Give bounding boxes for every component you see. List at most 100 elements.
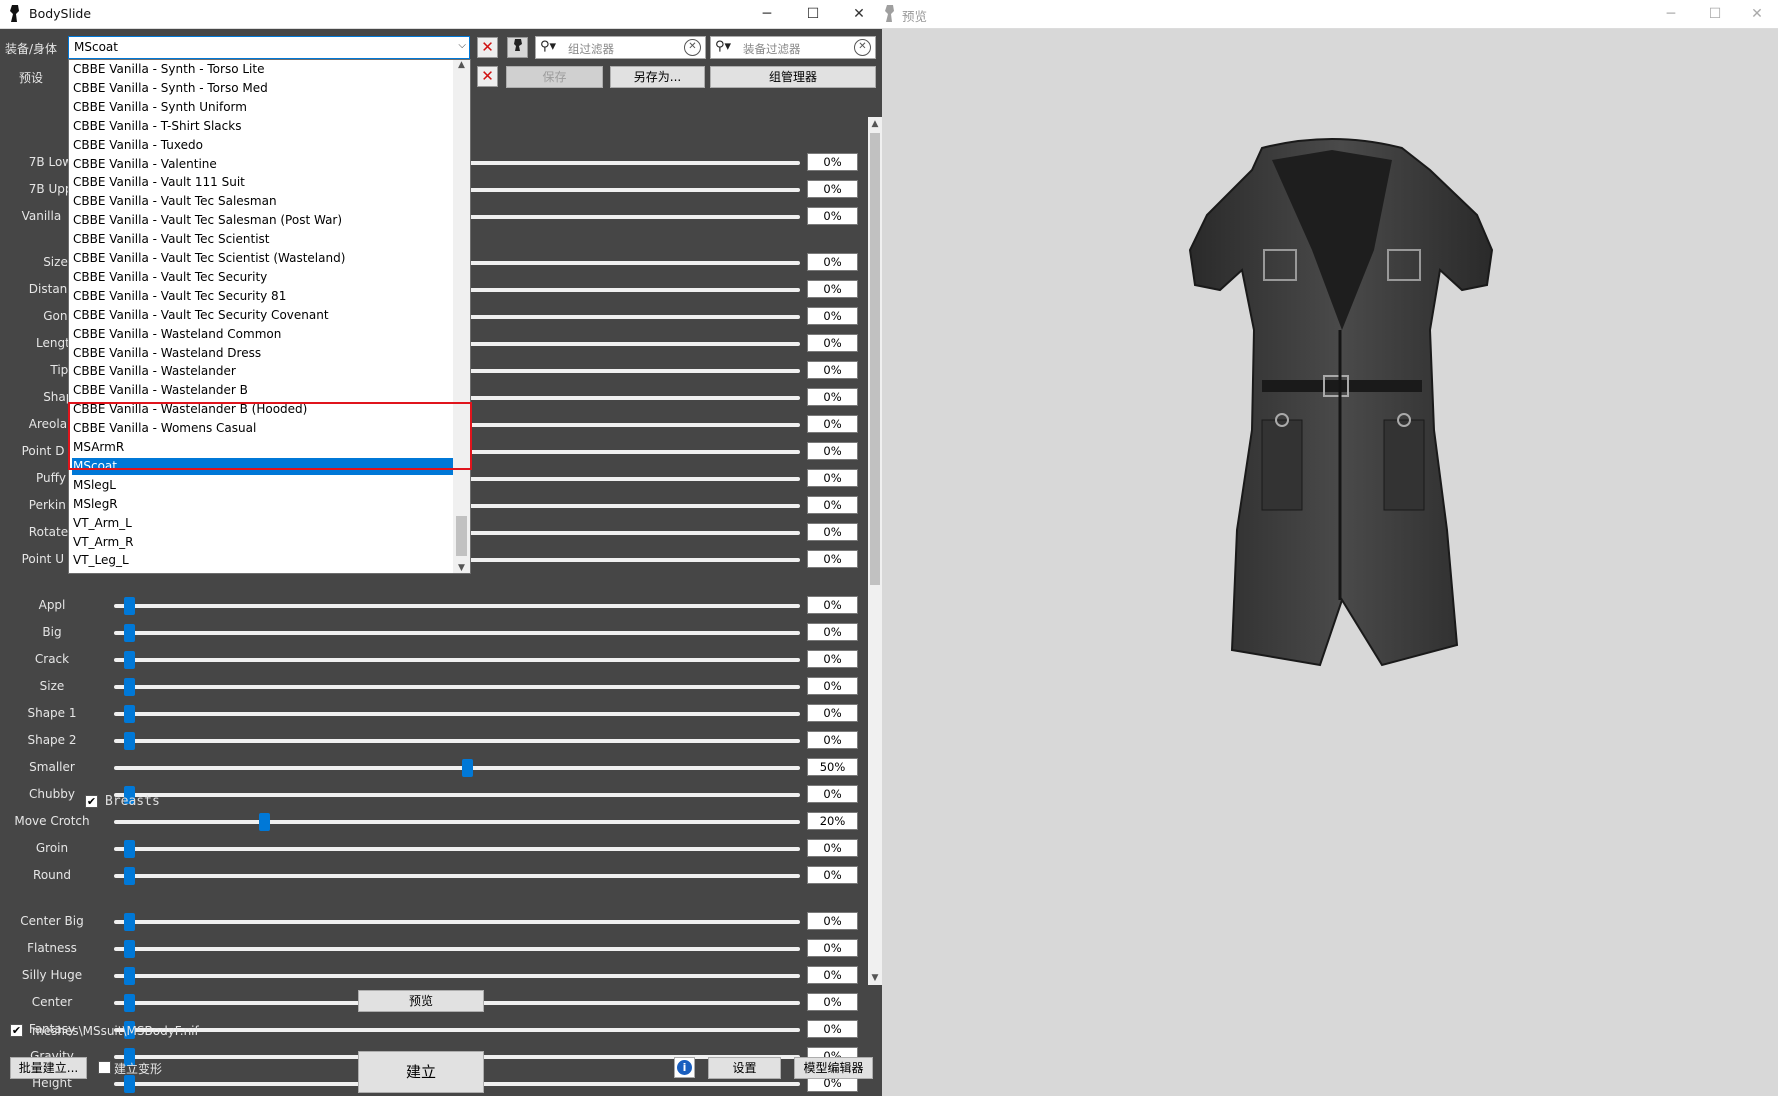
slider-value-input[interactable]: 0% bbox=[807, 677, 858, 695]
slider-thumb[interactable] bbox=[124, 994, 135, 1012]
slider-value-input[interactable]: 50% bbox=[807, 758, 858, 776]
output-path-checkbox[interactable]: ✔ bbox=[10, 1024, 23, 1037]
slider-value-input[interactable]: 0% bbox=[807, 496, 858, 514]
preview-button[interactable]: 预览 bbox=[358, 990, 484, 1012]
slider-value-input[interactable]: 0% bbox=[807, 731, 858, 749]
dropdown-item[interactable]: CBBE Vanilla - Vault Tec Security bbox=[72, 269, 456, 286]
slider-track[interactable] bbox=[114, 631, 800, 635]
slider-value-input[interactable]: 0% bbox=[807, 1020, 858, 1038]
slider-thumb[interactable] bbox=[124, 940, 135, 958]
slider-value-input[interactable]: 0% bbox=[807, 839, 858, 857]
dropdown-item[interactable]: CBBE Vanilla - Vault Tec Salesman bbox=[72, 193, 456, 210]
slider-value-input[interactable]: 0% bbox=[807, 469, 858, 487]
dropdown-scrollbar[interactable]: ▲ ▼ bbox=[453, 60, 470, 573]
slider-value-input[interactable]: 0% bbox=[807, 866, 858, 884]
slider-track[interactable] bbox=[114, 793, 800, 797]
slider-thumb[interactable] bbox=[124, 732, 135, 750]
maximize-button[interactable]: ☐ bbox=[1692, 0, 1738, 29]
slider-value-input[interactable]: 0% bbox=[807, 180, 858, 198]
slider-value-input[interactable]: 0% bbox=[807, 966, 858, 984]
breasts-section-checkbox[interactable]: ✔ bbox=[85, 795, 98, 808]
dropdown-item[interactable]: CBBE Vanilla - Wastelander B bbox=[72, 382, 456, 399]
scroll-up-icon[interactable]: ▲ bbox=[453, 60, 470, 70]
slider-thumb[interactable] bbox=[461, 759, 473, 777]
slider-value-input[interactable]: 0% bbox=[807, 650, 858, 668]
slider-track[interactable] bbox=[114, 920, 800, 924]
slider-value-input[interactable]: 0% bbox=[807, 993, 858, 1011]
slider-track[interactable] bbox=[114, 847, 800, 851]
dropdown-item[interactable]: CBBE Vanilla - Wastelander bbox=[72, 363, 456, 380]
slider-track[interactable] bbox=[114, 712, 800, 716]
slider-value-input[interactable]: 0% bbox=[807, 523, 858, 541]
dropdown-item[interactable]: VT_Arm_L bbox=[72, 515, 456, 532]
slider-thumb[interactable] bbox=[124, 1075, 135, 1093]
dropdown-item[interactable]: CBBE Vanilla - T-Shirt Slacks bbox=[72, 118, 456, 135]
dropdown-item[interactable]: CBBE Vanilla - Synth - Torso Lite bbox=[72, 61, 456, 78]
save-button[interactable]: 保存 bbox=[506, 66, 603, 88]
slider-value-input[interactable]: 0% bbox=[807, 415, 858, 433]
dropdown-item[interactable]: MSlegL bbox=[72, 477, 456, 494]
slider-thumb[interactable] bbox=[124, 967, 135, 985]
slider-value-input[interactable]: 0% bbox=[807, 361, 858, 379]
delete-outfit-icon[interactable]: ✕ bbox=[477, 37, 498, 58]
slider-track[interactable] bbox=[114, 1028, 800, 1032]
dropdown-item[interactable]: CBBE Vanilla - Vault 111 Suit bbox=[72, 174, 456, 191]
slider-value-input[interactable]: 0% bbox=[807, 550, 858, 568]
slider-value-input[interactable]: 0% bbox=[807, 253, 858, 271]
slider-track[interactable] bbox=[114, 874, 800, 878]
maximize-button[interactable]: ☐ bbox=[790, 0, 836, 29]
dropdown-item[interactable]: CBBE Vanilla - Wasteland Dress bbox=[72, 345, 456, 362]
slider-track[interactable] bbox=[114, 974, 800, 978]
slider-thumb[interactable] bbox=[124, 678, 135, 696]
dropdown-item[interactable]: CBBE Vanilla - Vault Tec Scientist bbox=[72, 231, 456, 248]
slider-thumb[interactable] bbox=[124, 624, 135, 642]
coat-3d-model[interactable] bbox=[1112, 130, 1552, 690]
outfit-dropdown-list[interactable]: CBBE Vanilla - Synth - Torso Lite CBBE Va… bbox=[68, 59, 471, 574]
slider-track[interactable] bbox=[114, 739, 800, 743]
save-as-button[interactable]: 另存为... bbox=[610, 66, 705, 88]
slider-thumb[interactable] bbox=[124, 651, 135, 669]
group-filter-input[interactable]: ⚲▾ 组过滤器 ✕ bbox=[535, 36, 706, 59]
slider-thumb[interactable] bbox=[124, 840, 135, 858]
slider-value-input[interactable]: 0% bbox=[807, 153, 858, 171]
group-manager-button[interactable]: 组管理器 bbox=[710, 66, 876, 88]
dropdown-item[interactable]: VT_Leg_L bbox=[72, 552, 456, 569]
dropdown-item[interactable]: MSlegR bbox=[72, 496, 456, 513]
slider-thumb[interactable] bbox=[124, 913, 135, 931]
slider-scrollbar[interactable]: ▲ ▼ bbox=[868, 117, 882, 985]
slider-track[interactable] bbox=[114, 658, 800, 662]
dropdown-item[interactable]: CBBE Vanilla - Synth - Torso Med bbox=[72, 80, 456, 97]
dropdown-item[interactable]: CBBE Vanilla - Valentine bbox=[72, 156, 456, 173]
build-button[interactable]: 建立 bbox=[358, 1051, 484, 1093]
clear-icon[interactable]: ✕ bbox=[854, 39, 871, 56]
outfit-studio-button[interactable]: 模型编辑器 bbox=[794, 1057, 873, 1079]
info-button[interactable]: i bbox=[674, 1057, 695, 1078]
slider-thumb[interactable] bbox=[124, 597, 135, 615]
slider-value-input[interactable]: 0% bbox=[807, 623, 858, 641]
slider-thumb[interactable] bbox=[124, 867, 135, 885]
slider-value-input[interactable]: 0% bbox=[807, 388, 858, 406]
slider-value-input[interactable]: 0% bbox=[807, 704, 858, 722]
slider-thumb[interactable] bbox=[259, 813, 270, 831]
delete-preset-icon[interactable]: ✕ bbox=[477, 66, 498, 87]
scrollbar-thumb[interactable] bbox=[870, 133, 880, 585]
slider-track[interactable] bbox=[114, 947, 800, 951]
dropdown-scrollbar-thumb[interactable] bbox=[456, 516, 467, 556]
dropdown-item[interactable]: VT_Leg_R bbox=[72, 571, 456, 573]
scroll-down-icon[interactable]: ▼ bbox=[453, 563, 470, 573]
slider-track[interactable] bbox=[114, 685, 800, 689]
clear-icon[interactable]: ✕ bbox=[684, 39, 701, 56]
slider-thumb[interactable] bbox=[124, 705, 135, 723]
scroll-down-icon[interactable]: ▼ bbox=[868, 971, 882, 985]
slider-value-input[interactable]: 0% bbox=[807, 912, 858, 930]
slider-value-input[interactable]: 0% bbox=[807, 280, 858, 298]
outfit-select[interactable]: MScoat ⌵ bbox=[68, 36, 470, 59]
dropdown-item[interactable]: CBBE Vanilla - Vault Tec Salesman (Post … bbox=[72, 212, 456, 229]
slider-value-input[interactable]: 0% bbox=[807, 307, 858, 325]
build-morphs-checkbox[interactable] bbox=[98, 1061, 111, 1074]
slider-value-input[interactable]: 20% bbox=[807, 812, 858, 830]
dropdown-item[interactable]: VT_Arm_R bbox=[72, 534, 456, 551]
slider-track[interactable] bbox=[114, 604, 800, 608]
slider-track[interactable] bbox=[114, 820, 800, 824]
dropdown-item[interactable]: CBBE Vanilla - Vault Tec Scientist (Wast… bbox=[72, 250, 456, 267]
